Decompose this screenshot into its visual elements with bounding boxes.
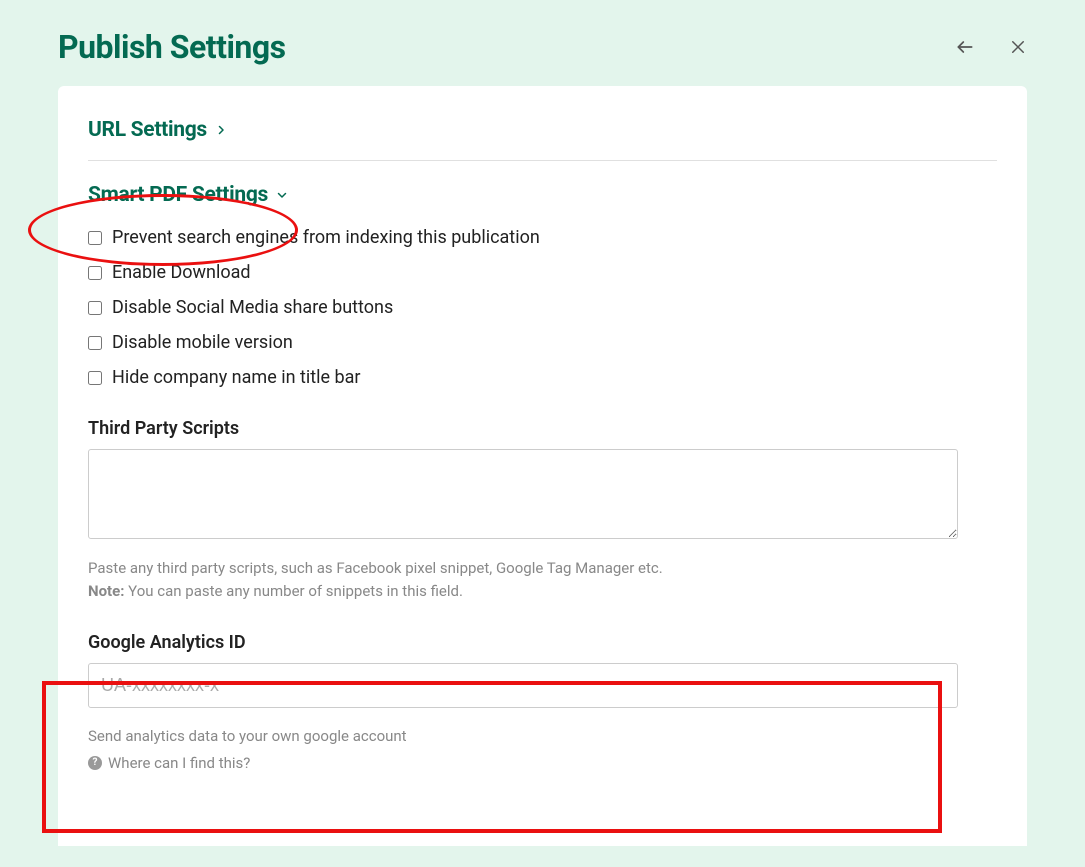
checkbox-label: Disable Social Media share buttons <box>112 297 393 318</box>
section-divider <box>88 160 997 161</box>
checkbox-input[interactable] <box>88 266 102 280</box>
checkbox-disable-social[interactable]: Disable Social Media share buttons <box>88 297 997 318</box>
scripts-label: Third Party Scripts <box>88 418 997 439</box>
back-icon[interactable] <box>955 37 975 57</box>
ga-find-link[interactable]: ? Where can I find this? <box>88 751 250 775</box>
url-settings-header[interactable]: URL Settings <box>88 118 997 142</box>
smart-pdf-settings-header[interactable]: Smart PDF Settings <box>88 183 997 207</box>
google-analytics-input[interactable] <box>88 663 958 708</box>
checkbox-input[interactable] <box>88 371 102 385</box>
ga-help-text: Send analytics data to your own google a… <box>88 724 997 775</box>
checkbox-input[interactable] <box>88 231 102 245</box>
checkbox-hide-company[interactable]: Hide company name in title bar <box>88 367 997 388</box>
scripts-help-text: Paste any third party scripts, such as F… <box>88 557 997 602</box>
ga-label: Google Analytics ID <box>88 632 997 653</box>
chevron-down-icon <box>276 183 288 207</box>
smart-pdf-options: Prevent search engines from indexing thi… <box>88 227 997 388</box>
question-icon: ? <box>88 756 102 770</box>
url-settings-label: URL Settings <box>88 118 207 142</box>
smart-pdf-settings-label: Smart PDF Settings <box>88 183 268 207</box>
checkbox-prevent-indexing[interactable]: Prevent search engines from indexing thi… <box>88 227 997 248</box>
chevron-right-icon <box>215 118 227 142</box>
third-party-scripts-input[interactable] <box>88 449 958 539</box>
checkbox-label: Enable Download <box>112 262 251 283</box>
ga-help-line: Send analytics data to your own google a… <box>88 727 407 745</box>
header-actions <box>955 37 1027 57</box>
checkbox-label: Disable mobile version <box>112 332 293 353</box>
settings-panel: URL Settings Smart PDF Settings Prevent … <box>58 86 1027 846</box>
checkbox-input[interactable] <box>88 336 102 350</box>
google-analytics-block: Google Analytics ID Send analytics data … <box>88 632 997 775</box>
checkbox-input[interactable] <box>88 301 102 315</box>
scripts-help-line1: Paste any third party scripts, such as F… <box>88 559 663 577</box>
checkbox-enable-download[interactable]: Enable Download <box>88 262 997 283</box>
checkbox-label: Prevent search engines from indexing thi… <box>112 227 540 248</box>
ga-find-link-text: Where can I find this? <box>108 751 250 775</box>
checkbox-disable-mobile[interactable]: Disable mobile version <box>88 332 997 353</box>
scripts-note-label: Note: <box>88 582 124 600</box>
scripts-note-text: You can paste any number of snippets in … <box>124 582 462 600</box>
close-icon[interactable] <box>1009 38 1027 56</box>
checkbox-label: Hide company name in title bar <box>112 367 361 388</box>
page-title: Publish Settings <box>58 28 286 66</box>
